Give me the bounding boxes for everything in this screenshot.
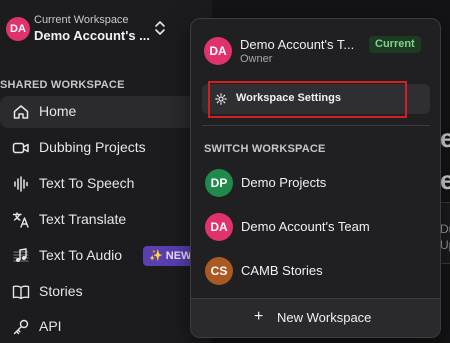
waveform-icon (14, 176, 28, 192)
workspace-name: Demo Account's ... (34, 28, 151, 43)
new-workspace-label: New Workspace (277, 310, 372, 325)
sidebar-item-text-to-speech[interactable]: Text To Speech (0, 168, 204, 200)
current-workspace-name: Demo Account's T... (240, 37, 355, 52)
shared-workspace-label: SHARED WORKSPACE (0, 79, 125, 91)
sidebar-item-stories[interactable]: Stories (0, 276, 204, 308)
workspace-avatar: CS (205, 257, 233, 285)
main-card-text: Du (440, 222, 450, 236)
divider (202, 125, 430, 126)
workspace-option-demo-account-team[interactable]: DA Demo Account's Team (191, 210, 440, 244)
sidebar-item-label: API (39, 318, 62, 334)
sidebar-item-label: Dubbing Projects (39, 139, 146, 155)
gear-icon (215, 93, 227, 105)
new-workspace-button[interactable]: + New Workspace (191, 298, 440, 337)
workspace-avatar: DP (205, 169, 233, 197)
home-icon (13, 105, 29, 119)
key-icon (13, 319, 29, 335)
workspace-settings-button[interactable]: Workspace Settings (202, 84, 430, 114)
translate-icon (12, 212, 29, 228)
workspace-name: CAMB Stories (241, 263, 323, 278)
workspace-avatar: DA (205, 213, 233, 241)
sidebar-item-home[interactable]: Home (0, 96, 204, 128)
plus-icon: + (254, 308, 264, 325)
workspace-name: Demo Account's Team (241, 219, 370, 234)
workspace-switcher[interactable]: DA Current Workspace Demo Account's ... (2, 8, 178, 48)
main-heading-fragment: e (440, 165, 450, 195)
book-icon (12, 285, 30, 300)
workspace-option-demo-projects[interactable]: DP Demo Projects (191, 166, 440, 200)
workspace-avatar: DA (6, 17, 30, 41)
sidebar-item-label: Stories (39, 283, 83, 299)
workspace-option-camb-stories[interactable]: CS CAMB Stories (191, 254, 440, 288)
sidebar: DA Current Workspace Demo Account's ... … (0, 0, 212, 343)
sidebar-item-text-translate[interactable]: Text Translate (0, 204, 204, 236)
workspace-dropdown: DA Demo Account's T... Current Owner Wor… (190, 18, 441, 338)
workspace-caption: Current Workspace (34, 14, 129, 26)
music-notes-icon (13, 248, 29, 262)
role-label: Owner (240, 53, 273, 65)
main-heading-fragment: e (440, 123, 450, 153)
workspace-name: Demo Projects (241, 175, 327, 190)
sidebar-item-label: Text To Speech (39, 175, 135, 191)
sidebar-item-label: Text Translate (39, 211, 127, 227)
workspace-settings-label: Workspace Settings (236, 92, 341, 104)
sidebar-item-api[interactable]: API (0, 311, 204, 343)
switch-workspace-label: SWITCH WORKSPACE (204, 143, 326, 155)
sidebar-item-label: Home (39, 103, 77, 119)
main-card-text: Up (440, 238, 450, 252)
chevron-up-down-icon (155, 21, 165, 35)
sidebar-item-dubbing-projects[interactable]: Dubbing Projects (0, 132, 204, 164)
current-badge: Current (369, 36, 421, 53)
sidebar-item-label: Text To Audio (39, 247, 123, 263)
current-workspace-avatar: DA (204, 37, 232, 65)
video-icon (12, 142, 29, 154)
